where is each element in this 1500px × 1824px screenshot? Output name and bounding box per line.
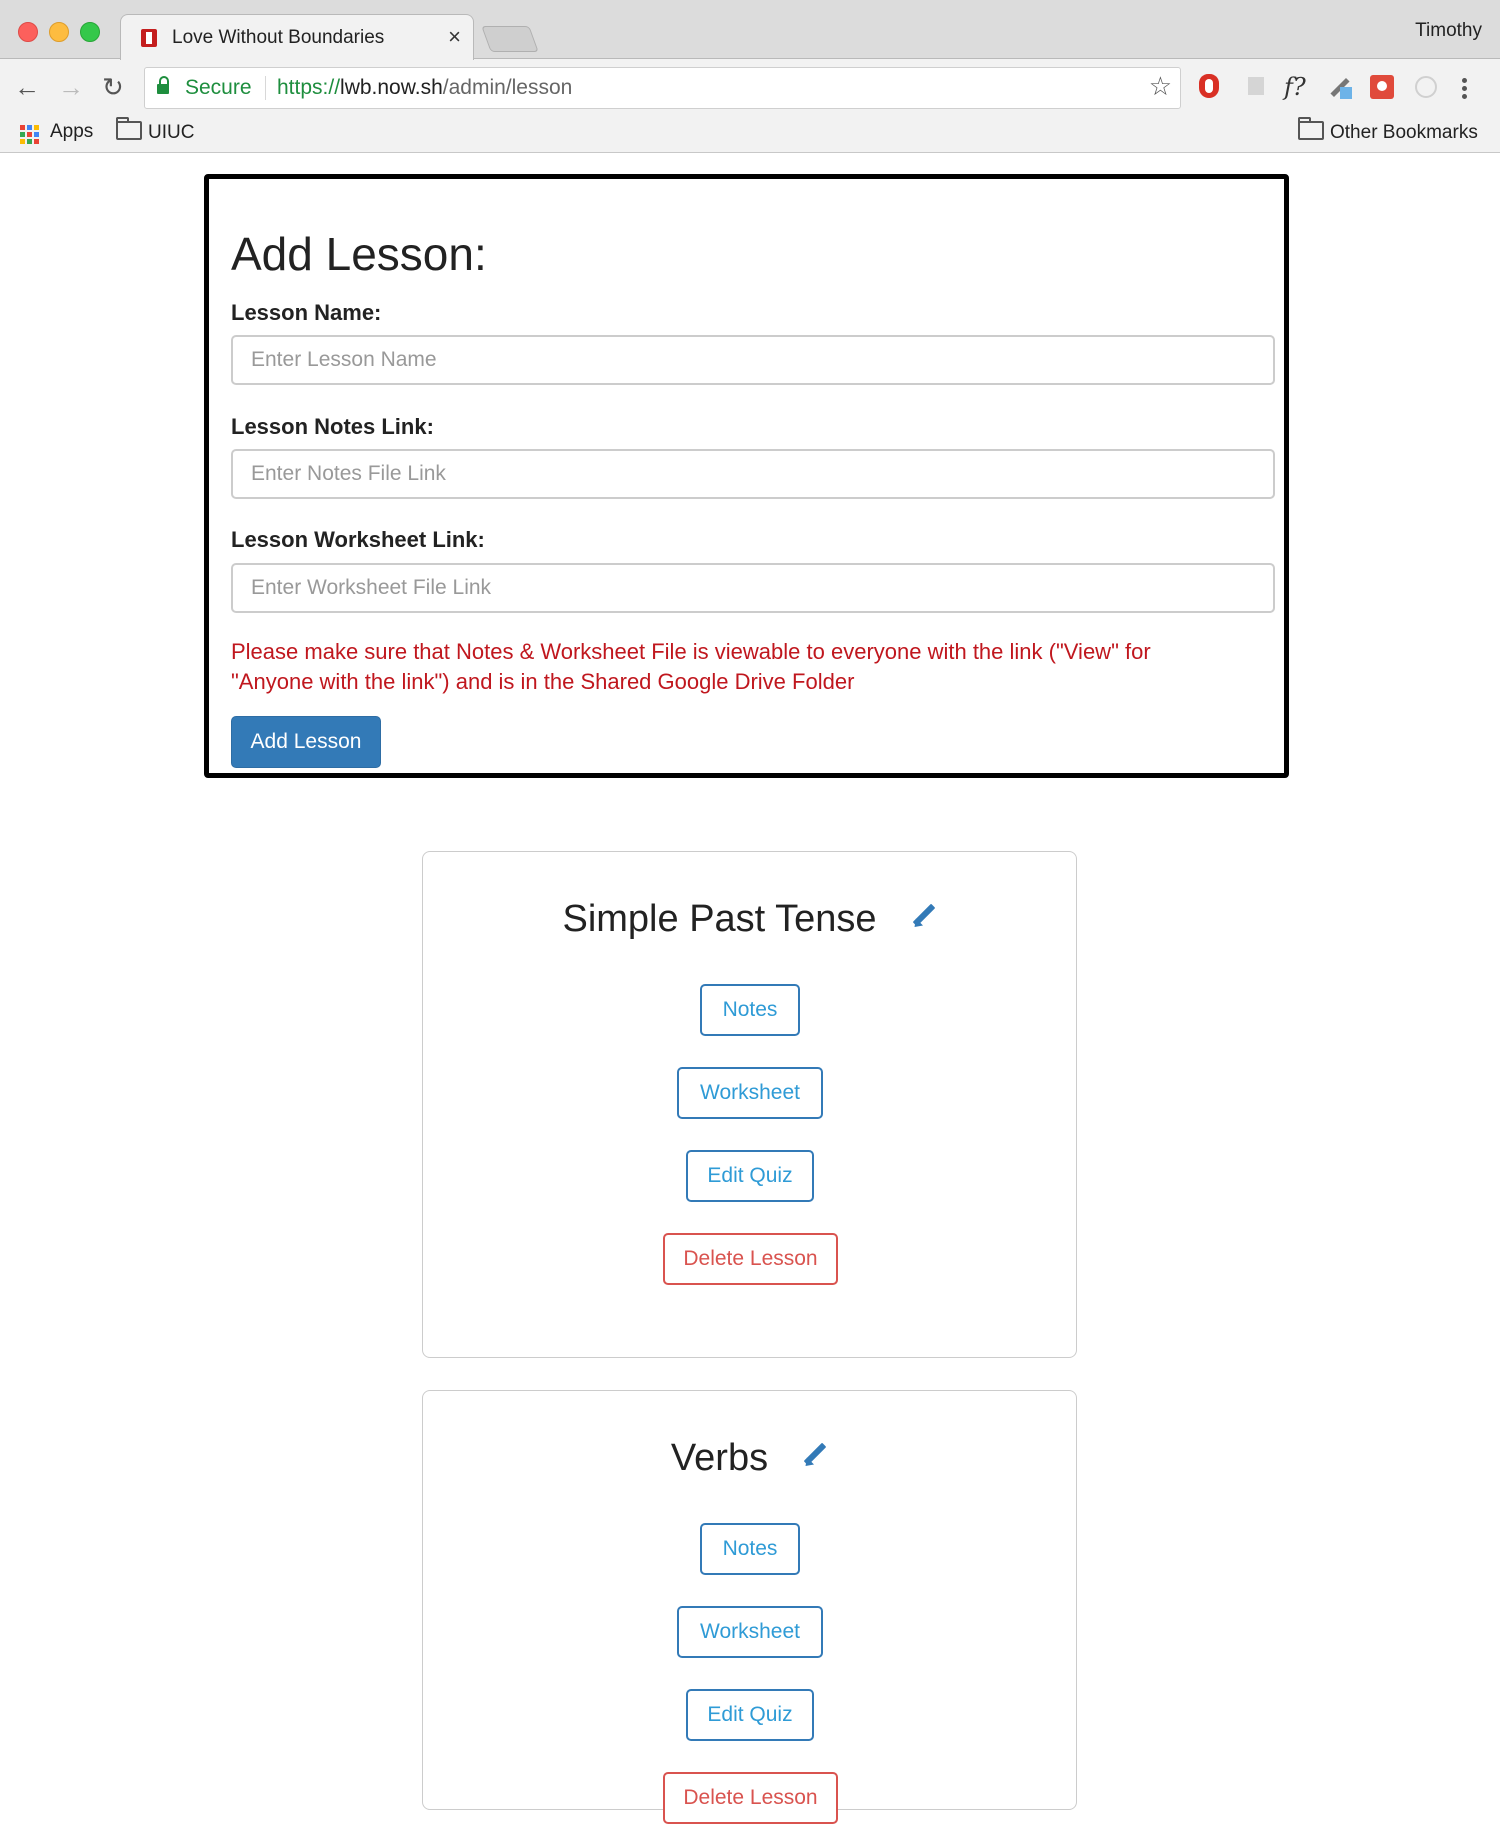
maximize-window-button[interactable] <box>80 22 100 42</box>
worksheet-button[interactable]: Worksheet <box>677 1606 823 1658</box>
address-bar[interactable]: Secure https://lwb.now.sh/admin/lesson ☆ <box>144 67 1181 109</box>
lesson-title: Verbs <box>670 1437 769 1479</box>
lesson-title-row: Verbs <box>423 1437 1076 1480</box>
site-favicon-icon <box>141 29 157 47</box>
whatfont-extension-icon[interactable]: f? <box>1284 73 1312 101</box>
lesson-title-row: Simple Past Tense <box>423 898 1076 941</box>
lesson-worksheet-input[interactable] <box>231 563 1275 613</box>
lesson-notes-label: Lesson Notes Link: <box>231 414 434 439</box>
url-scheme: https:// <box>277 76 341 99</box>
edit-quiz-button[interactable]: Edit Quiz <box>686 1150 814 1202</box>
secure-label: Secure <box>185 76 252 99</box>
reload-icon[interactable]: ↻ <box>102 73 124 101</box>
delete-lesson-button[interactable]: Delete Lesson <box>663 1772 838 1824</box>
bookmark-other-label: Other Bookmarks <box>1330 122 1478 143</box>
tab-close-icon[interactable]: × <box>448 24 461 50</box>
edit-quiz-button[interactable]: Edit Quiz <box>686 1689 814 1741</box>
lesson-card: Verbs Notes Worksheet Edit Quiz Delete L… <box>422 1390 1077 1824</box>
url-text[interactable]: https://lwb.now.sh/admin/lesson <box>277 76 572 100</box>
lesson-notes-input[interactable] <box>231 449 1275 499</box>
new-tab-button[interactable] <box>481 26 539 52</box>
browser-menu-icon[interactable] <box>1462 75 1468 102</box>
tab-title: Love Without Boundaries <box>172 27 385 48</box>
lesson-title: Simple Past Tense <box>562 898 877 940</box>
bookmark-uiuc-label: UIUC <box>148 122 195 143</box>
bookmarks-bar: Apps UIUC Other Bookmarks <box>0 117 1500 152</box>
add-lesson-button[interactable]: Add Lesson <box>231 716 381 768</box>
edit-pencil-icon[interactable] <box>802 1442 828 1468</box>
eyedropper-extension-icon[interactable] <box>1326 73 1354 101</box>
notes-button[interactable]: Notes <box>700 984 800 1036</box>
tab-strip: Love Without Boundaries × Timothy <box>0 0 1500 60</box>
lesson-name-label: Lesson Name: <box>231 300 382 325</box>
minimize-window-button[interactable] <box>49 22 69 42</box>
folder-icon <box>116 117 142 140</box>
delete-lesson-button[interactable]: Delete Lesson <box>663 1233 838 1285</box>
extension-gray-icon[interactable] <box>1242 73 1270 101</box>
url-host: lwb.now.sh <box>340 76 443 99</box>
bookmark-other[interactable]: Other Bookmarks <box>1298 117 1478 144</box>
add-lesson-title: Add Lesson: <box>231 228 487 280</box>
browser-chrome: Love Without Boundaries × Timothy ← → ↻ … <box>0 0 1500 153</box>
forward-arrow-icon[interactable]: → <box>58 73 84 101</box>
react-devtools-extension-icon[interactable] <box>1368 73 1396 101</box>
back-arrow-icon[interactable]: ← <box>14 73 40 101</box>
edit-pencil-icon[interactable] <box>911 903 937 929</box>
extension-circle-icon[interactable] <box>1412 73 1440 101</box>
worksheet-button[interactable]: Worksheet <box>677 1067 823 1119</box>
bookmark-uiuc[interactable]: UIUC <box>116 117 195 144</box>
sharing-warning-text: Please make sure that Notes & Worksheet … <box>231 639 1151 694</box>
lesson-worksheet-label: Lesson Worksheet Link: <box>231 527 485 552</box>
add-lesson-panel: Add Lesson: Lesson Name: Lesson Notes Li… <box>204 174 1289 778</box>
address-divider <box>265 76 266 100</box>
folder-icon <box>1298 117 1324 140</box>
lesson-card: Simple Past Tense Notes Worksheet Edit Q… <box>422 851 1077 1358</box>
lesson-name-input[interactable] <box>231 335 1275 385</box>
bookmark-star-icon[interactable]: ☆ <box>1149 71 1172 102</box>
notes-button[interactable]: Notes <box>700 1523 800 1575</box>
profile-name[interactable]: Timothy <box>1415 20 1482 42</box>
url-path: /admin/lesson <box>442 76 573 99</box>
adblock-extension-icon[interactable] <box>1196 73 1224 101</box>
tab-active[interactable]: Love Without Boundaries × <box>120 14 474 60</box>
lock-icon <box>157 76 169 94</box>
apps-grid-icon[interactable] <box>20 125 40 145</box>
close-window-button[interactable] <box>18 22 38 42</box>
bookmark-apps[interactable]: Apps <box>50 121 93 143</box>
